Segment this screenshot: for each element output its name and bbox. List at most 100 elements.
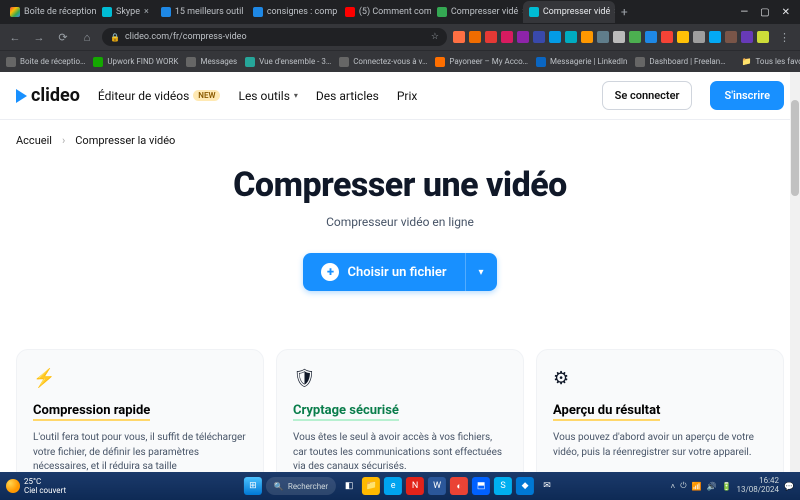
bookmark[interactable]: Vue d'ensemble - 3… xyxy=(245,57,331,67)
back-button[interactable]: ← xyxy=(6,28,24,46)
tray-icon[interactable]: ⏻ xyxy=(680,481,686,491)
window-minimize[interactable]: — xyxy=(740,7,748,18)
window-maximize[interactable]: ▢ xyxy=(760,7,769,18)
app-icon[interactable]: ⬒ xyxy=(472,477,490,495)
task-view[interactable]: ◧ xyxy=(340,477,358,495)
all-bookmarks[interactable]: 📁Tous les favoris xyxy=(742,57,800,66)
bookmark[interactable]: Dashboard | Freelan… xyxy=(635,57,725,67)
tab-doc1[interactable]: 15 meilleurs outil× xyxy=(155,1,247,23)
nav-editor[interactable]: Éditeur de vidéosNEW xyxy=(98,89,221,103)
ext-icon[interactable] xyxy=(645,31,657,43)
taskbar-search[interactable]: 🔍Rechercher xyxy=(266,477,336,495)
explorer-icon[interactable]: 📁 xyxy=(362,477,380,495)
nav-price[interactable]: Prix xyxy=(397,89,418,103)
battery-icon[interactable]: 🔋 xyxy=(721,482,731,491)
bookmark[interactable]: Upwork FIND WORK xyxy=(93,57,178,67)
word-icon[interactable]: W xyxy=(428,477,446,495)
choose-file-dropdown[interactable]: ▾ xyxy=(465,253,497,291)
nav-articles[interactable]: Des articles xyxy=(316,89,379,103)
signup-button[interactable]: S'inscrire xyxy=(710,81,784,110)
close-icon[interactable]: × xyxy=(144,7,149,17)
scrollbar-thumb[interactable] xyxy=(791,100,799,196)
browser-menu[interactable]: ⋮ xyxy=(775,31,794,44)
address-bar[interactable]: 🔒 clideo.com/fr/compress-video ☆ xyxy=(102,28,447,46)
chevron-right-icon: › xyxy=(62,134,65,147)
home-button[interactable]: ⌂ xyxy=(78,28,96,46)
tab-label: consignes : comp xyxy=(267,7,338,17)
feature-title: Compression rapide xyxy=(33,403,150,421)
url-text: clideo.com/fr/compress-video xyxy=(125,32,247,42)
ext-icon[interactable] xyxy=(629,31,641,43)
bookmark[interactable]: Payoneer – My Acco… xyxy=(435,57,528,67)
tab-youtube[interactable]: (5) Comment com× xyxy=(339,1,431,23)
crumb-current: Compresser la vidéo xyxy=(75,134,175,147)
youtube-icon xyxy=(345,7,355,17)
edge-icon[interactable]: e xyxy=(384,477,402,495)
app-icon[interactable]: ✉ xyxy=(538,477,556,495)
ext-icon[interactable] xyxy=(725,31,737,43)
bookmark-icon xyxy=(536,57,546,67)
wifi-icon[interactable]: 📶 xyxy=(692,482,702,491)
bookmark[interactable]: Messagerie | LinkedIn xyxy=(536,57,627,67)
bookmark-icon xyxy=(6,57,16,67)
feature-card-compression: ⚡ Compression rapide L'outil fera tout p… xyxy=(16,349,264,472)
ext-icon[interactable] xyxy=(517,31,529,43)
new-badge: NEW xyxy=(193,90,220,101)
ext-icon[interactable] xyxy=(485,31,497,43)
volume-icon[interactable]: 🔊 xyxy=(707,482,717,491)
lock-icon: 🔒 xyxy=(110,33,120,42)
ext-icon[interactable] xyxy=(501,31,513,43)
notifications-icon[interactable]: 💬 xyxy=(784,482,794,491)
login-button[interactable]: Se connecter xyxy=(602,81,693,110)
skype-taskbar-icon[interactable]: S xyxy=(494,477,512,495)
crumb-home[interactable]: Accueil xyxy=(16,134,52,147)
ext-icon[interactable] xyxy=(661,31,673,43)
bookmarks-bar: Boite de réceptio… Upwork FIND WORK Mess… xyxy=(0,50,800,72)
choose-file-button[interactable]: + Choisir un fichier xyxy=(303,253,464,291)
ext-icon[interactable] xyxy=(565,31,577,43)
weather-widget[interactable]: 25°C Ciel couvert xyxy=(6,477,66,495)
tab-compress-active[interactable]: Compresser vidé× xyxy=(523,1,615,23)
tray-chevron-icon[interactable]: ˄ xyxy=(671,482,676,491)
ext-icon[interactable] xyxy=(581,31,593,43)
brand-logo[interactable]: clideo xyxy=(16,85,80,106)
tab-label: Boîte de réception xyxy=(24,7,96,17)
tab-inbox[interactable]: Boîte de réception× xyxy=(4,1,96,23)
reload-button[interactable]: ⟳ xyxy=(54,28,72,46)
bookmark[interactable]: Boite de réceptio… xyxy=(6,57,85,67)
bookmark-icon xyxy=(93,57,103,67)
ext-icon[interactable] xyxy=(549,31,561,43)
ext-icon[interactable] xyxy=(693,31,705,43)
app-icon[interactable]: ◆ xyxy=(516,477,534,495)
ext-icon[interactable] xyxy=(469,31,481,43)
netflix-icon[interactable]: N xyxy=(406,477,424,495)
feature-body: L'outil fera tout pour vous, il suffit d… xyxy=(33,431,247,472)
browser-tabstrip: Boîte de réception× Skype× 15 meilleurs … xyxy=(0,0,800,24)
bookmark[interactable]: Connectez-vous à v… xyxy=(339,57,427,67)
page-title: Compresser une vidéo xyxy=(0,165,800,205)
ext-icon[interactable] xyxy=(741,31,753,43)
window-close[interactable]: ✕ xyxy=(782,7,790,18)
ext-icon[interactable] xyxy=(757,31,769,43)
scrollbar[interactable] xyxy=(790,72,800,472)
ext-icon[interactable] xyxy=(597,31,609,43)
new-tab-button[interactable]: + xyxy=(615,5,634,19)
tab-skype[interactable]: Skype× xyxy=(96,1,155,23)
forward-button[interactable]: → xyxy=(30,28,48,46)
ext-icon[interactable] xyxy=(677,31,689,43)
ext-icon[interactable] xyxy=(709,31,721,43)
ext-icon[interactable] xyxy=(613,31,625,43)
nav-tools[interactable]: Les outils▾ xyxy=(238,89,297,103)
feature-title: Aperçu du résultat xyxy=(553,403,660,421)
ext-icon[interactable] xyxy=(533,31,545,43)
clock[interactable]: 16:42 13/08/2024 xyxy=(736,477,779,495)
feature-body: Vous êtes le seul à avoir accès à vos fi… xyxy=(293,431,507,472)
start-button[interactable]: ⊞ xyxy=(244,477,262,495)
star-icon[interactable]: ☆ xyxy=(431,32,439,42)
tab-compress1[interactable]: Compresser vidé× xyxy=(431,1,523,23)
ext-icon[interactable] xyxy=(453,31,465,43)
bookmark[interactable]: Messages xyxy=(186,57,237,67)
tab-doc2[interactable]: consignes : comp× xyxy=(247,1,339,23)
chrome-icon[interactable]: ◐ xyxy=(450,477,468,495)
chevron-down-icon: ▾ xyxy=(479,267,484,278)
